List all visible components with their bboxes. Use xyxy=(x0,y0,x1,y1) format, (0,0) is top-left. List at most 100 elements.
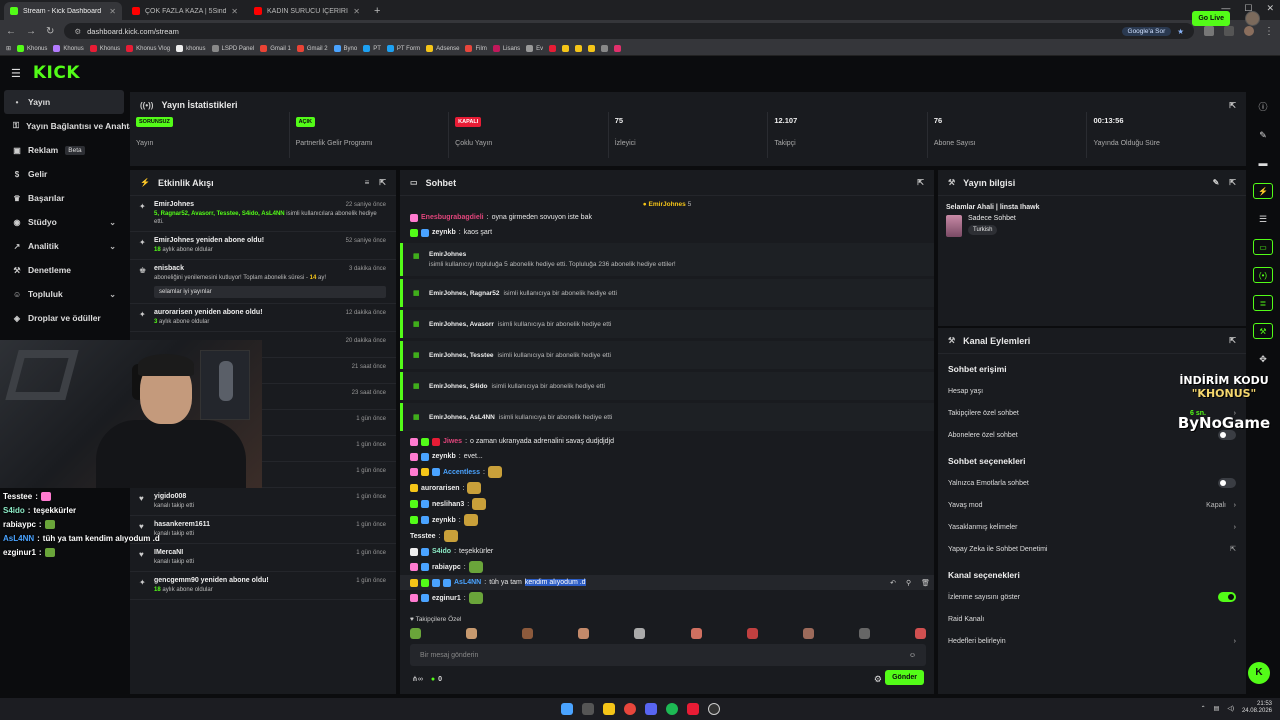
volume-icon[interactable]: ◁) xyxy=(1227,705,1234,712)
chat-username[interactable]: zeynkb xyxy=(432,453,456,460)
chat-username[interactable]: rabiaypc xyxy=(432,564,461,571)
back-icon[interactable]: ← xyxy=(6,26,16,37)
bookmark-item[interactable] xyxy=(575,45,583,52)
chat-username[interactable]: Jiwes xyxy=(443,438,462,445)
browser-tab[interactable]: ÇOK FAZLA KAZA | 5Sinders | M... ✕ xyxy=(126,2,244,20)
send-button[interactable]: Gönder xyxy=(885,670,924,685)
bookmark-item[interactable]: Gmail 2 xyxy=(296,45,328,52)
activity-item[interactable]: ♥ yigido008 1 gün önce kanalı takip etti xyxy=(130,488,396,516)
emote-icon[interactable] xyxy=(466,628,478,639)
popout-icon[interactable]: ⇱ xyxy=(917,178,924,187)
bookmark-item[interactable]: Byno xyxy=(333,45,357,52)
discord-icon[interactable] xyxy=(644,703,657,715)
google-ask-button[interactable]: Google'a Sor xyxy=(1121,26,1172,36)
bookmark-star-icon[interactable]: ★ xyxy=(1177,27,1184,36)
network-icon[interactable]: ▤ xyxy=(1214,705,1220,712)
menu-icon[interactable]: ⋮ xyxy=(1264,26,1274,37)
profile-icon[interactable] xyxy=(1244,26,1254,36)
bookmark-item[interactable] xyxy=(549,45,557,52)
filter-icon[interactable]: ≡ xyxy=(365,178,370,187)
emote-icon[interactable] xyxy=(410,628,421,639)
layout-icon[interactable]: ▬ xyxy=(1253,155,1273,171)
list-icon[interactable]: ☰ xyxy=(1253,211,1273,227)
tab-close-icon[interactable]: ✕ xyxy=(231,7,238,16)
info-icon[interactable]: ⓘ xyxy=(1253,99,1273,115)
browser-tab[interactable]: KADIN SÜRÜCÜ İÇERİRI Türkiye... ✕ xyxy=(248,2,366,20)
tab-close-icon[interactable]: ✕ xyxy=(109,7,116,16)
file-explorer-icon[interactable] xyxy=(602,703,615,715)
raid-row[interactable]: Raid Kanalı xyxy=(938,608,1246,630)
sidebar-item[interactable]: $ Gelir xyxy=(0,162,128,186)
emoji-icon[interactable]: ☺ xyxy=(909,652,916,659)
stack-icon[interactable]: ≣ xyxy=(1253,295,1273,311)
go-live-button[interactable]: Go Live xyxy=(1192,11,1230,26)
chat-username[interactable]: Accentless xyxy=(443,469,480,476)
hamburger-menu-icon[interactable]: ☰ xyxy=(11,67,21,80)
bookmark-item[interactable]: Khonus xyxy=(17,45,47,52)
emote-icon[interactable] xyxy=(634,628,646,639)
emote-icon[interactable] xyxy=(746,628,758,639)
emote-icon[interactable] xyxy=(858,628,870,639)
goals-row[interactable]: Hedefleri belirleyin › xyxy=(938,630,1246,652)
popout-icon[interactable]: ⇱ xyxy=(379,178,386,187)
emote-icon[interactable] xyxy=(690,628,702,639)
extension-icon[interactable] xyxy=(1204,26,1214,36)
forward-icon[interactable]: → xyxy=(26,26,36,37)
sidebar-item[interactable]: ◈ Droplar ve ödüller xyxy=(0,306,128,330)
kick-logo[interactable]: KICK xyxy=(33,63,80,83)
wrench-icon[interactable]: ⚒ xyxy=(1253,323,1273,339)
sidebar-item[interactable]: ⚒ Denetleme xyxy=(0,258,128,282)
lightning-icon[interactable]: ⚡ xyxy=(1253,183,1273,199)
chat-message[interactable]: Tesstee: xyxy=(400,528,934,544)
emotes-only-toggle[interactable] xyxy=(1218,478,1236,488)
emote-icon[interactable] xyxy=(578,628,590,639)
chat-username[interactable]: AsL4NN xyxy=(454,579,481,586)
banned-words-row[interactable]: Yasaklanmış kelimeler › xyxy=(938,516,1246,538)
activity-item[interactable]: ♚ enisback 3 dakika önce aboneliğini yenile… xyxy=(130,260,396,304)
clock[interactable]: 21:53 24.08.2026 xyxy=(1242,701,1272,715)
chat-message[interactable]: AsL4NN: tüh ya tam kendim alıyodum .d ↶ ⚲ 🗑 xyxy=(400,575,934,590)
edit-icon[interactable]: ✎ xyxy=(1253,127,1273,143)
activity-item[interactable]: ✦ gencgemm90 yeniden abone oldu! 1 gün önc… xyxy=(130,572,396,600)
popout-icon[interactable]: ⇱ xyxy=(1229,178,1236,187)
extension-icon[interactable]: ✥ xyxy=(1253,351,1273,367)
popout-icon[interactable]: ⇱ xyxy=(1229,336,1236,345)
browser-tab[interactable]: Stream - Kick Dashboard ✕ xyxy=(4,2,122,20)
bookmark-item[interactable]: Adsense xyxy=(426,45,459,52)
activity-item[interactable]: ✦ EmirJohnes 22 saniye önce 5, Ragnar52, Av… xyxy=(130,196,396,232)
chat-message[interactable]: ezginur1: xyxy=(400,590,934,606)
chat-message[interactable]: zeynkb: evet... xyxy=(400,449,934,464)
category-name[interactable]: Sadece Sohbet xyxy=(968,215,1016,222)
extension-icon[interactable] xyxy=(1224,26,1234,36)
bookmark-item[interactable] xyxy=(614,45,622,52)
edit-icon[interactable]: ✎ xyxy=(1213,178,1220,187)
reply-icon[interactable]: ↶ xyxy=(890,579,896,587)
chat-username[interactable]: aurorarisen xyxy=(421,485,460,492)
spotify-icon[interactable] xyxy=(665,703,678,715)
chat-username[interactable]: Tesstee xyxy=(410,533,436,540)
tray-icon[interactable]: ⌃ xyxy=(1201,705,1206,712)
bookmark-item[interactable]: Lisans xyxy=(492,45,520,52)
slow-mode-row[interactable]: Yavaş mod Kapalı › xyxy=(938,494,1246,516)
emote-icon[interactable] xyxy=(802,628,814,639)
bookmark-item[interactable] xyxy=(601,45,609,52)
chat-username[interactable]: zeynkb xyxy=(432,229,456,236)
chat-message[interactable]: S4ido: teşekkürler xyxy=(400,544,934,559)
chat-settings-link-icon[interactable]: ⋔∞ xyxy=(412,675,423,683)
bookmark-item[interactable]: PT Form xyxy=(386,45,420,52)
bookmark-item[interactable]: khonus xyxy=(176,45,206,52)
chat-message[interactable]: neslihan3: xyxy=(400,496,934,512)
bookmark-item[interactable]: Khonus xyxy=(89,45,120,52)
chat-message[interactable]: rabiaypc: xyxy=(400,559,934,575)
chat-message[interactable]: zeynkb: xyxy=(400,512,934,528)
bookmark-item[interactable]: Ev xyxy=(526,45,543,52)
site-info-icon[interactable]: ⚙ xyxy=(74,27,81,36)
popout-icon[interactable]: ⇱ xyxy=(1229,101,1236,110)
chat-username[interactable]: Enesbugrabagdieli xyxy=(421,214,484,221)
reload-icon[interactable]: ↻ xyxy=(46,26,54,37)
activity-item[interactable]: ✦ EmirJohnes yeniden abone oldu! 52 saniye… xyxy=(130,232,396,260)
chat-username[interactable]: S4ido xyxy=(432,548,451,555)
ai-moderation-row[interactable]: Yapay Zeka ile Sohbet Denetimi ⇱ xyxy=(938,538,1246,560)
kick-floating-button[interactable]: K xyxy=(1248,662,1270,684)
sidebar-item[interactable]: ⚿ Yayın Bağlantısı ve Anahtarı xyxy=(0,114,140,138)
